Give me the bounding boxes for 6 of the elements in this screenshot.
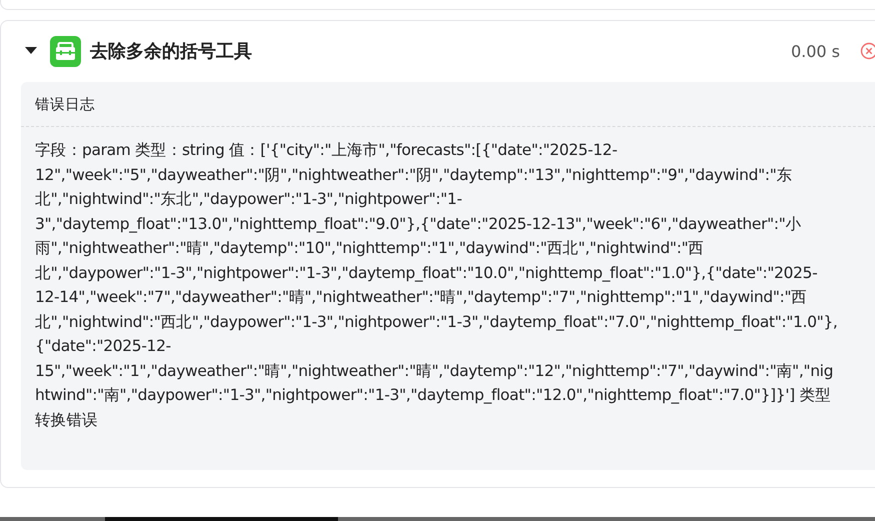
toolbox-icon	[50, 36, 81, 66]
duration-text: 0.00 s	[790, 42, 840, 60]
tool-title: 去除多余的括号工具	[90, 40, 252, 63]
error-message: 字段：param 类型：string 值：['{"city":"上海市","forecasts":[{"date":"2025-12-12","week":"5","dayweather":"阴","nightweather":"阴","daytemp":"13","nighttemp":"9","daywind":"东北","nightwind":"东北","daypower":"1-3","nightpower":"1-3","daytemp_float":"13.0","nighttemp_float":"9.0"},{"date":"2025-12-13","week":"6","dayweather":"小雨","nightweather":"晴","daytemp":"10","nighttemp":"1","daywind":"西北","nightwind":"西北","daypower":"1-3","nightpower":"1-3","daytemp_float":"10.0","nighttemp_float":"1.0"},{"date":"2025-12-14","week":"7","dayweather":"晴","nightweather":"晴","daytemp":"7","nighttemp":"1","daywind":"西北","nightwind":"西北","daypower":"1-3","nightpower":"1-3","daytemp_float":"7.0","nighttemp_float":"1.0"},{"date":"2025-12-15","week":"1","dayweather":"晴","nightweather":"晴","daytemp":"12","nighttemp":"7","daywind":"南","nightwind":"南","daypower":"1-3","nightpower":"1-3","daytemp_float":"12.0","nighttemp_float":"7.0"}]}'] 类型转换错误	[34, 140, 838, 430]
caret-icon[interactable]	[25, 47, 37, 55]
log-heading: 错误日志	[35, 96, 95, 114]
